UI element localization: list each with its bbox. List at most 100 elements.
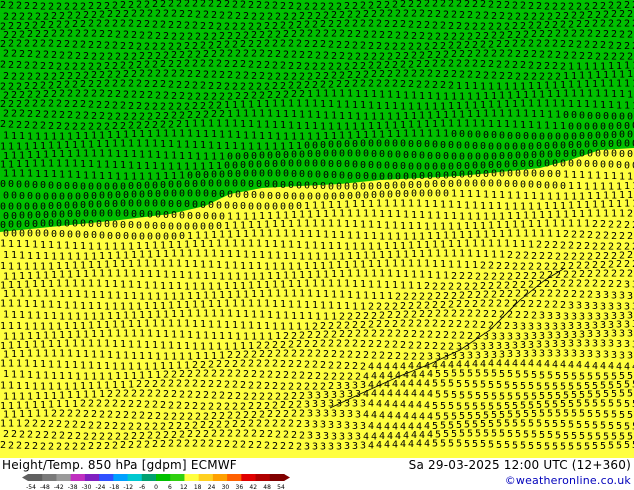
contour-label: 2 xyxy=(176,80,182,91)
contour-label: 2 xyxy=(472,59,478,70)
contour-label: 1 xyxy=(224,320,230,331)
contour-label: 2 xyxy=(19,109,25,120)
contour-label: 2 xyxy=(136,79,142,90)
contour-label: 1 xyxy=(59,371,65,382)
contour-label: 1 xyxy=(419,91,425,102)
contour-label: 2 xyxy=(523,251,529,262)
contour-label: 2 xyxy=(379,351,385,362)
contour-label: 1 xyxy=(376,280,382,291)
contour-label: 0 xyxy=(195,211,201,222)
contour-label: 0 xyxy=(507,169,513,180)
contour-label: 5 xyxy=(488,439,494,450)
contour-label: 1 xyxy=(472,119,478,130)
contour-label: 2 xyxy=(112,440,118,451)
contour-label: 1 xyxy=(187,330,193,341)
contour-label: 2 xyxy=(280,441,286,452)
contour-label: 1 xyxy=(123,149,129,160)
contour-label: 2 xyxy=(235,49,241,60)
contour-label: 2 xyxy=(235,369,241,380)
contour-label: 2 xyxy=(355,29,361,40)
contour-label: 2 xyxy=(83,29,89,40)
contour-label: 1 xyxy=(296,99,302,110)
contour-label: 1 xyxy=(307,229,313,240)
contour-label: 2 xyxy=(251,49,257,60)
contour-label: 2 xyxy=(216,439,222,450)
contour-label: 5 xyxy=(451,390,457,401)
contour-label: 2 xyxy=(24,120,30,131)
contour-label: 2 xyxy=(352,339,358,350)
contour-label: 2 xyxy=(0,440,6,451)
contour-label: 2 xyxy=(368,41,374,52)
contour-label: 4 xyxy=(504,359,510,370)
contour-label: 1 xyxy=(368,220,374,231)
contour-label: 0 xyxy=(368,160,374,171)
contour-label: 5 xyxy=(600,399,606,410)
contour-label: 1 xyxy=(360,100,366,111)
contour-label: 0 xyxy=(216,200,222,211)
contour-label: 0 xyxy=(467,129,473,140)
contour-label: 2 xyxy=(168,400,174,411)
contour-label: 1 xyxy=(91,349,97,360)
contour-label: 2 xyxy=(379,30,385,41)
contour-label: 1 xyxy=(584,99,590,110)
contour-label: 1 xyxy=(288,299,294,310)
contour-label: 1 xyxy=(232,119,238,130)
contour-label: 2 xyxy=(195,390,201,401)
contour-label: 0 xyxy=(435,189,441,200)
contour-label: 2 xyxy=(219,10,225,21)
contour-label: 1 xyxy=(307,110,313,121)
contour-label: 1 xyxy=(267,250,273,261)
contour-label: 5 xyxy=(584,441,590,452)
contour-label: 5 xyxy=(440,379,446,390)
contour-label: 0 xyxy=(296,180,302,191)
contour-label: 1 xyxy=(392,221,398,232)
contour-label: 0 xyxy=(80,219,86,230)
contour-label: 1 xyxy=(539,229,545,240)
contour-label: 1 xyxy=(123,291,129,302)
credit-link[interactable]: ©weatheronline.co.uk xyxy=(505,474,631,487)
contour-label: 1 xyxy=(144,340,150,351)
contour-label: 1 xyxy=(368,279,374,290)
contour-label: 2 xyxy=(475,70,481,81)
contour-label: 1 xyxy=(256,321,262,332)
contour-label: 2 xyxy=(536,39,542,50)
contour-label: 5 xyxy=(448,379,454,390)
contour-label: 5 xyxy=(523,429,529,440)
contour-label: 1 xyxy=(115,149,121,160)
contour-label: 1 xyxy=(160,281,166,292)
contour-label: 2 xyxy=(147,411,153,422)
contour-label: 4 xyxy=(584,360,590,371)
contour-label: 2 xyxy=(451,309,457,320)
contour-label: 1 xyxy=(168,281,174,292)
contour-label: 2 xyxy=(376,339,382,350)
contour-label: 0 xyxy=(416,139,422,150)
contour-label: 2 xyxy=(240,380,246,391)
contour-label: 2 xyxy=(595,29,601,40)
contour-label: 0 xyxy=(8,179,14,190)
contour-label: 2 xyxy=(144,79,150,90)
contour-label: 1 xyxy=(208,319,214,330)
contour-label: 1 xyxy=(160,139,166,150)
contour-label: 2 xyxy=(264,0,270,11)
contour-label: 0 xyxy=(75,230,81,241)
contour-label: 5 xyxy=(499,369,505,380)
contour-label: 2 xyxy=(211,369,217,380)
contour-label: 1 xyxy=(419,270,425,281)
contour-label: 4 xyxy=(395,411,401,422)
contour-label: 1 xyxy=(48,359,54,370)
contour-label: 5 xyxy=(483,369,489,380)
contour-label: 0 xyxy=(104,219,110,230)
contour-label: 2 xyxy=(547,289,553,300)
contour-label: 2 xyxy=(616,41,622,52)
contour-label: 1 xyxy=(264,239,270,250)
contour-label: 1 xyxy=(611,209,617,220)
contour-label: 1 xyxy=(267,229,273,240)
contour-label: 2 xyxy=(224,0,230,10)
contour-label: 1 xyxy=(16,419,22,430)
contour-label: 1 xyxy=(259,310,265,321)
contour-label: 0 xyxy=(235,190,241,201)
contour-label: 2 xyxy=(203,10,209,21)
contour-label: 2 xyxy=(120,79,126,90)
contour-label: 1 xyxy=(464,81,470,92)
contour-label: 2 xyxy=(296,39,302,50)
